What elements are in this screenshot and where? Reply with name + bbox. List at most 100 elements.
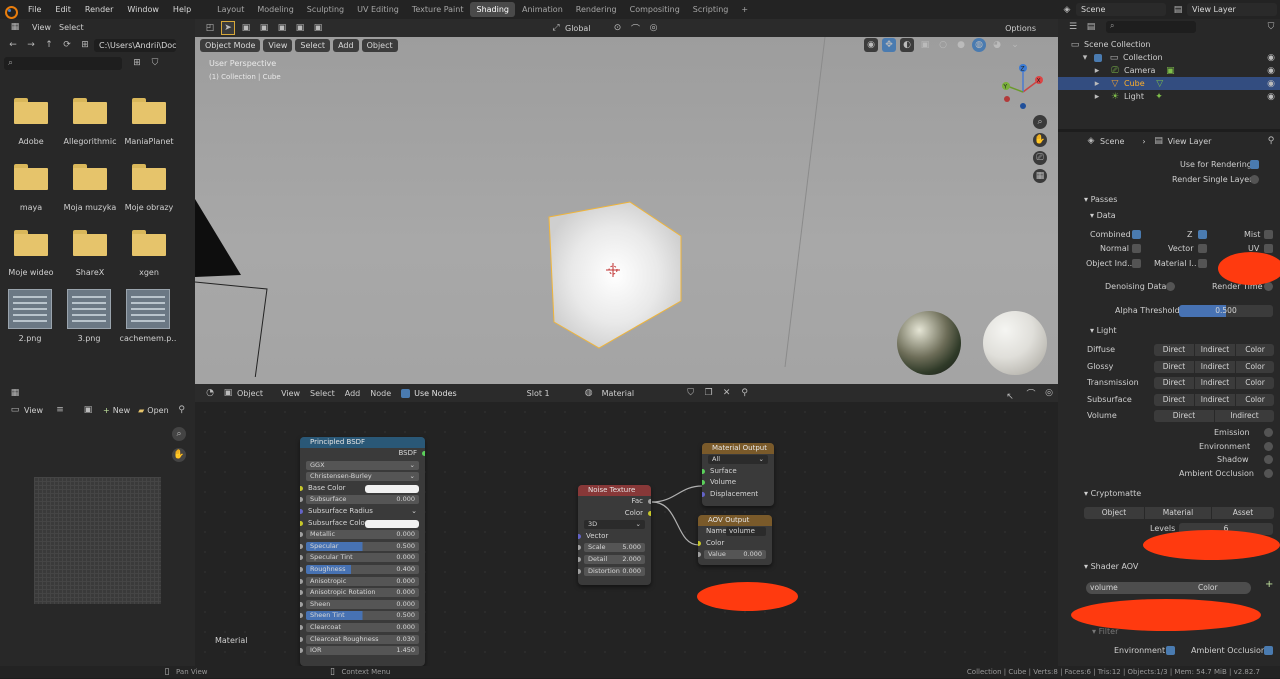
snap-icon[interactable]: ⌒ [629, 21, 643, 35]
mesh-data-icon[interactable]: ▽ [1153, 77, 1167, 91]
file-item-label[interactable]: Adobe [1, 137, 61, 146]
input-socket[interactable] [578, 533, 581, 539]
shading-options-icon[interactable]: ⌄ [1008, 38, 1022, 52]
add-workspace-icon[interactable]: + [735, 2, 754, 17]
glossy-color-button[interactable]: Color [1236, 361, 1274, 373]
combined-checkbox[interactable] [1132, 230, 1141, 239]
vector-checkbox[interactable] [1198, 244, 1207, 253]
camera-view-icon[interactable]: ⎚ [1033, 151, 1047, 165]
bsdf-row[interactable]: Specular Tint 0.000 [300, 552, 425, 564]
eye-icon[interactable]: ◉ [1264, 77, 1278, 91]
material-browse-icon[interactable]: ◍ [582, 386, 596, 400]
material-name-field[interactable]: Material [602, 389, 682, 398]
cryptomatte-panel-header[interactable]: ▾ Cryptomatte [1084, 489, 1141, 498]
pan-hand-icon[interactable]: ✋ [172, 448, 186, 462]
eye-icon[interactable]: ◉ [1264, 64, 1278, 78]
tab-uv-editing[interactable]: UV Editing [351, 2, 405, 17]
viewlayer-icon[interactable]: ▤ [1171, 3, 1185, 17]
tab-sculpting[interactable]: Sculpting [301, 2, 350, 17]
input-socket[interactable] [698, 540, 701, 546]
folder-icon[interactable] [132, 230, 166, 256]
path-field[interactable]: C:\Users\Andrii\Docu... [94, 38, 176, 52]
open-folder-icon[interactable]: ▰ [138, 406, 144, 415]
input-socket[interactable] [702, 480, 705, 486]
filter-icon[interactable]: ⛉ [1264, 20, 1278, 34]
eye-icon[interactable]: ◉ [1264, 51, 1278, 65]
subsurface-color-button[interactable]: Color [1236, 394, 1274, 406]
editor-type-icon[interactable]: ◔ [203, 386, 217, 400]
image-browse-icon[interactable]: ▣ [81, 403, 95, 417]
filter-icon[interactable]: ⛉ [148, 56, 162, 70]
ne-view-menu[interactable]: View [281, 389, 300, 398]
mist-checkbox[interactable] [1264, 230, 1273, 239]
viewlayer-field[interactable]: View Layer [1187, 3, 1277, 16]
data-subpanel-header[interactable]: ▾ Data [1090, 211, 1116, 220]
fb-view-menu[interactable]: View [32, 23, 51, 32]
environment-checkbox[interactable] [1264, 442, 1273, 451]
search-input[interactable]: ⌕ [4, 56, 122, 70]
noise-row[interactable]: Scale 5.000 [578, 542, 651, 554]
filter-ao-checkbox[interactable] [1264, 646, 1273, 655]
pan-hand-icon[interactable]: ✋ [1033, 133, 1047, 147]
scene-icon[interactable]: ◈ [1060, 3, 1074, 17]
transform-orientation[interactable]: Global [565, 24, 591, 33]
ne-select-menu[interactable]: Select [310, 389, 335, 398]
folder-icon[interactable] [14, 98, 48, 124]
denoising-data-checkbox[interactable] [1166, 282, 1175, 291]
diffuse-direct-button[interactable]: Direct [1154, 344, 1194, 356]
folder-icon[interactable] [73, 98, 107, 124]
editor-type-icon[interactable]: ▦ [8, 386, 22, 400]
volume-direct-button[interactable]: Direct [1154, 410, 1214, 422]
transform-orientation-icon[interactable]: ⤢ [549, 21, 563, 35]
file-item-label[interactable]: ManiaPlanet [119, 137, 179, 146]
file-item-label[interactable]: maya [1, 203, 61, 212]
forward-arrow-icon[interactable]: → [24, 38, 38, 52]
back-arrow-icon[interactable]: ← [6, 38, 20, 52]
bsdf-row[interactable]: IOR 1.450 [300, 645, 425, 657]
duplicate-icon[interactable]: ❐ [702, 386, 716, 400]
bsdf-row[interactable]: Subsurface 0.000 [300, 494, 425, 506]
distribution-dropdown[interactable]: GGX ⌄ [306, 460, 419, 470]
dimension-dropdown[interactable]: 3D ⌄ [584, 520, 645, 530]
menu-help[interactable]: Help [166, 5, 198, 14]
viewport-select-menu[interactable]: Select [295, 38, 331, 52]
folder-icon[interactable] [14, 164, 48, 190]
glossy-direct-button[interactable]: Direct [1154, 361, 1194, 373]
principled-bsdf-node[interactable]: Principled BSDF BSDF GGX ⌄ Christensen-Bu… [300, 437, 425, 666]
select-extend-icon[interactable]: ▣ [257, 21, 271, 35]
rendered-shading-icon[interactable]: ◕ [990, 38, 1004, 52]
target-dropdown[interactable]: All ⌄ [708, 455, 768, 464]
filter-environment-checkbox[interactable] [1166, 646, 1175, 655]
zoom-icon[interactable]: ⌕ [172, 427, 186, 441]
use-for-rendering-checkbox[interactable] [1250, 160, 1259, 169]
visibility-icon[interactable]: ◉ [864, 38, 878, 52]
input-socket[interactable] [702, 491, 705, 497]
editor-type-icon[interactable]: ◰ [203, 21, 217, 35]
object-type-icon[interactable]: ▣ [221, 386, 235, 400]
output-socket[interactable] [648, 499, 651, 504]
tab-scripting[interactable]: Scripting [687, 2, 735, 17]
snap-icon[interactable]: ⌒ [1024, 386, 1038, 400]
pin-icon[interactable]: ⚲ [175, 403, 189, 417]
fb-select-menu[interactable]: Select [59, 23, 84, 32]
material-index-checkbox[interactable] [1198, 259, 1207, 268]
alpha-threshold-slider[interactable]: 0.500 [1179, 305, 1273, 317]
subsurface-color-swatch[interactable] [365, 519, 419, 528]
z-checkbox[interactable] [1198, 230, 1207, 239]
editor-type-icon[interactable]: ☰ [1066, 20, 1080, 34]
tab-modeling[interactable]: Modeling [251, 2, 299, 17]
shadow-checkbox[interactable] [1264, 455, 1273, 464]
image-thumbnail[interactable] [8, 289, 52, 329]
input-socket[interactable] [702, 468, 705, 474]
expand-arrow-icon[interactable]: ▸ [1090, 77, 1104, 91]
camera-data-icon[interactable]: ▣ [1163, 64, 1177, 78]
volume-indirect-button[interactable]: Indirect [1215, 410, 1274, 422]
noise-row[interactable]: Detail 2.000 [578, 554, 651, 566]
tab-compositing[interactable]: Compositing [624, 2, 686, 17]
aov-output-node[interactable]: AOV Output Name volume Color Value 0.000 [698, 515, 772, 565]
aov-list-item[interactable]: volume Color [1086, 582, 1251, 594]
transmission-direct-button[interactable]: Direct [1154, 377, 1194, 389]
gizmo-icon[interactable]: ✥ [882, 38, 896, 52]
tab-texture-paint[interactable]: Texture Paint [406, 2, 470, 17]
shader-aov-panel-header[interactable]: ▾ Shader AOV [1084, 562, 1138, 571]
